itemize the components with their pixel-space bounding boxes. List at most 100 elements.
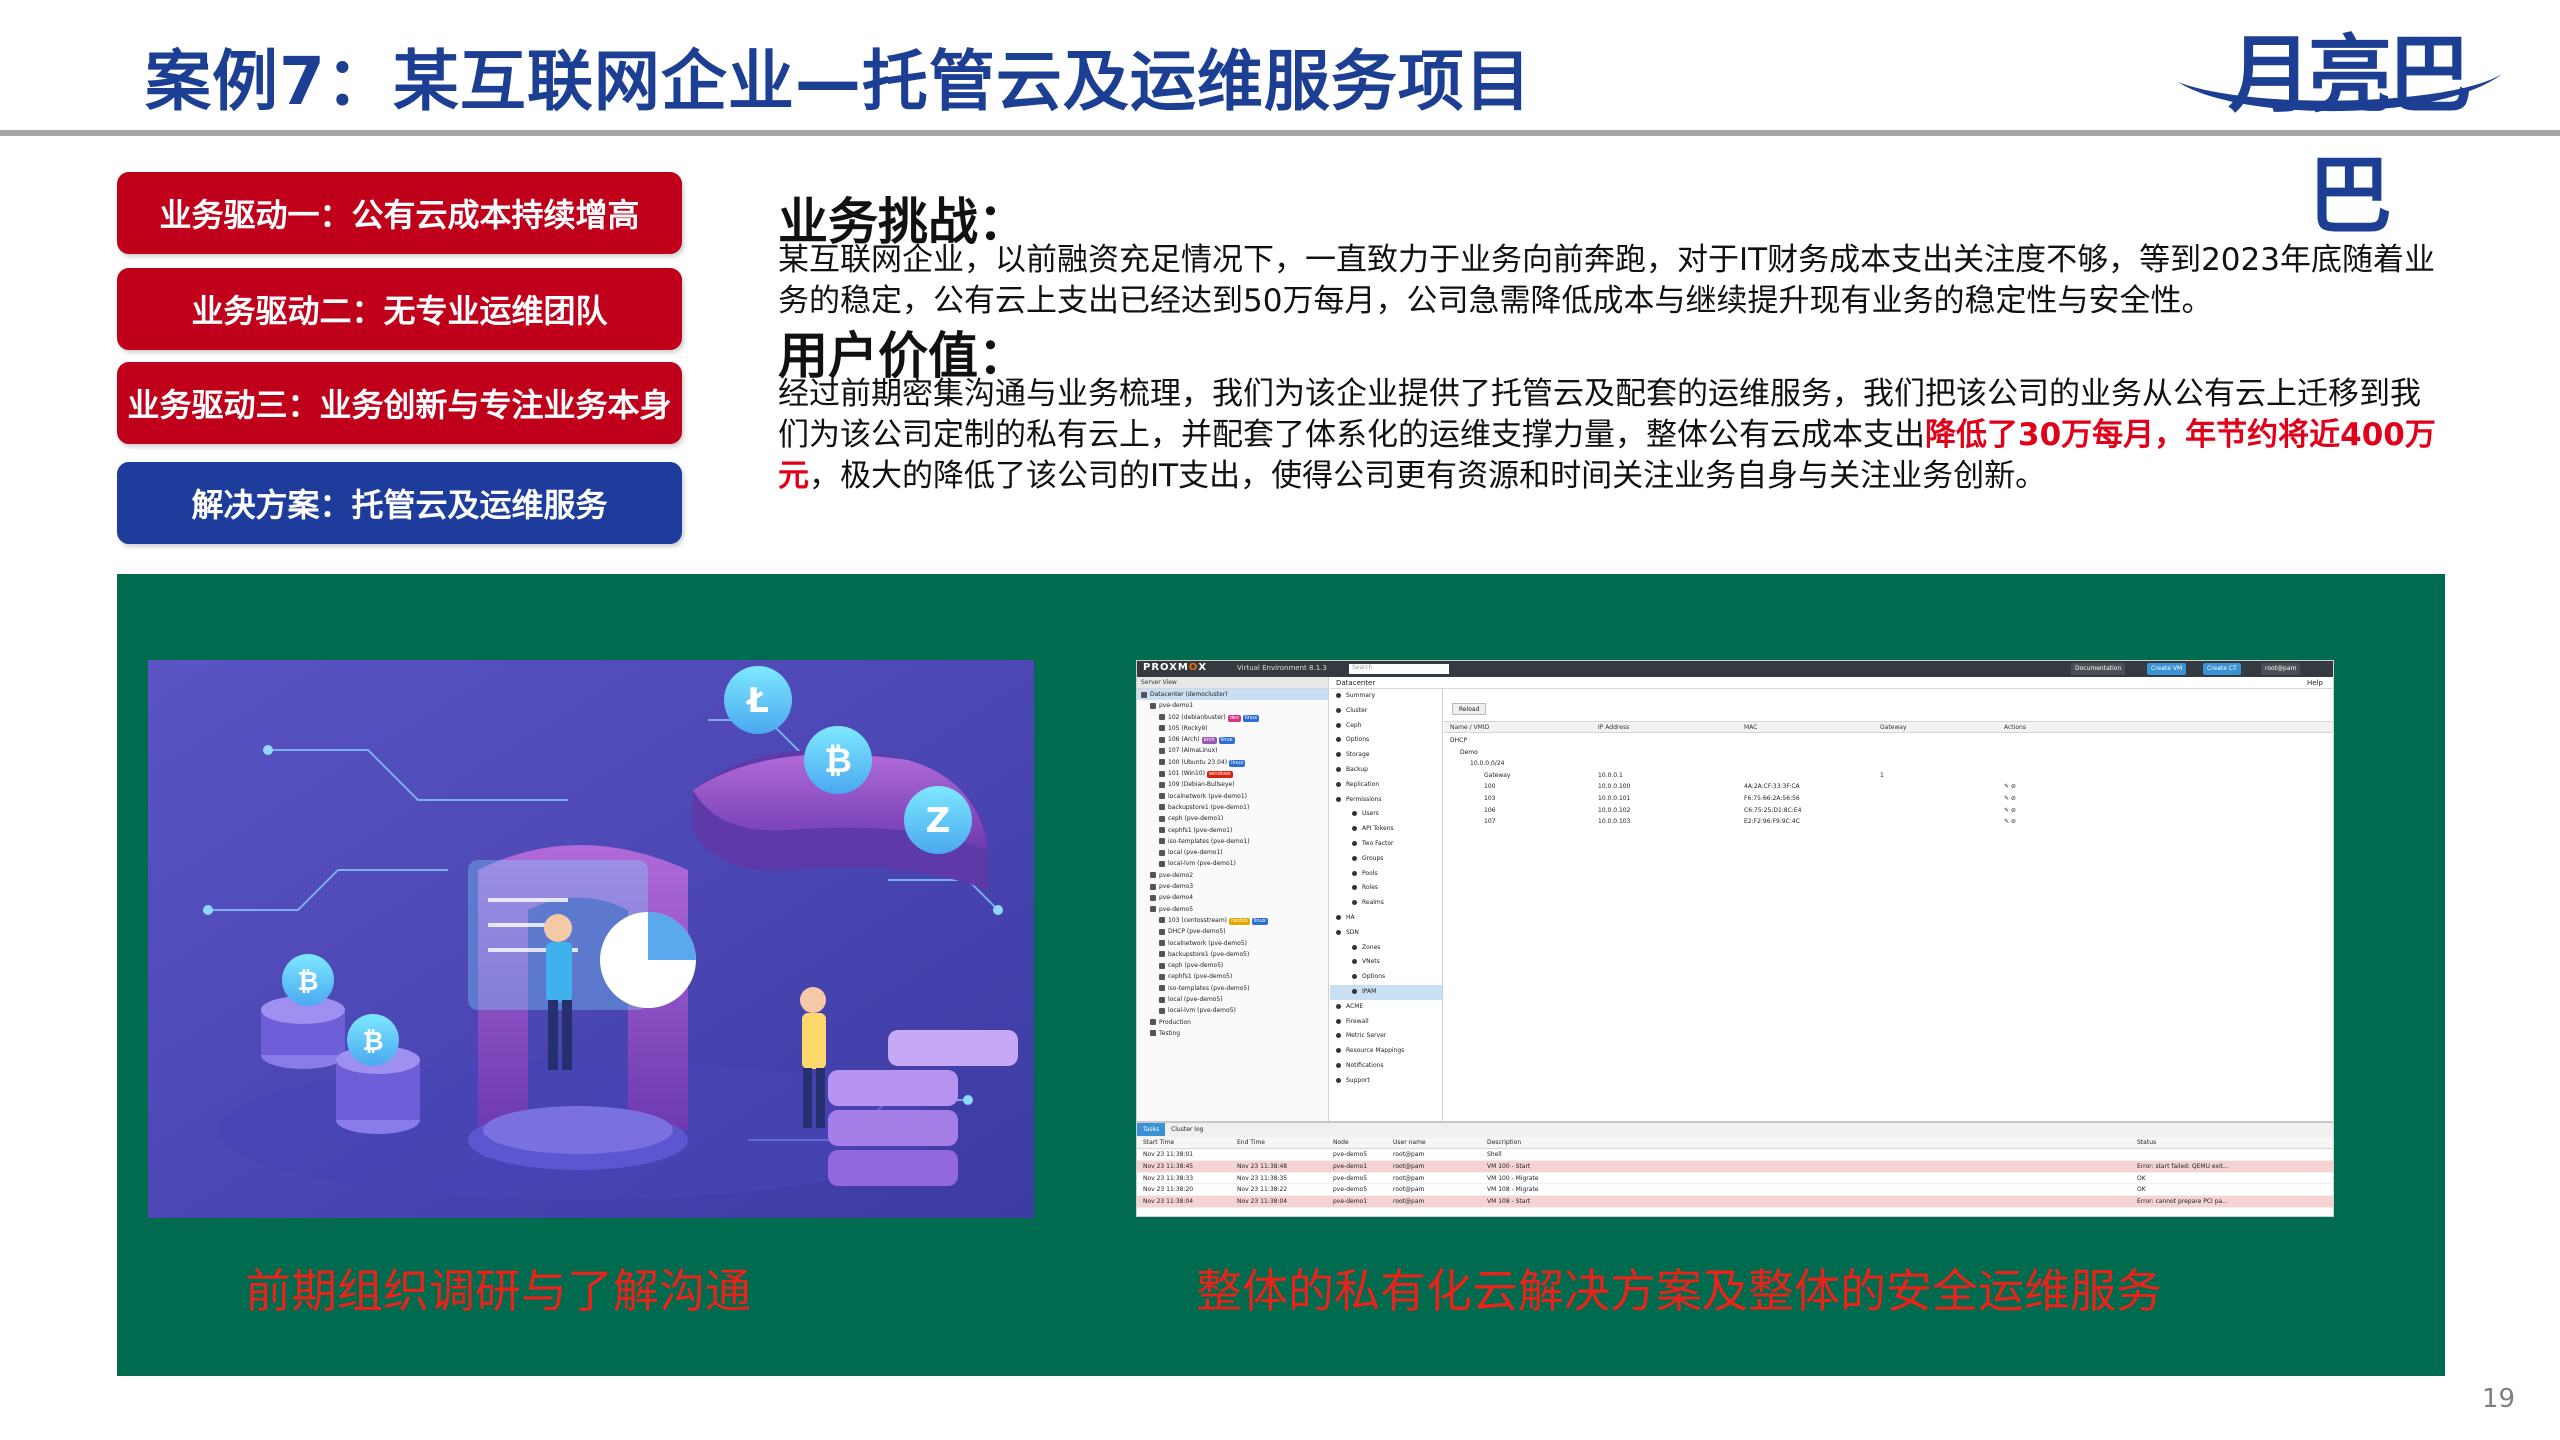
tree-item[interactable]: DHCP (pve-demo5): [1137, 926, 1328, 937]
menu-item[interactable]: Cluster: [1330, 704, 1442, 719]
tree-item[interactable]: local-lvm (pve-demo5): [1137, 1005, 1328, 1016]
menu-item[interactable]: IPAM: [1330, 984, 1442, 1000]
menu-item[interactable]: Storage: [1330, 748, 1442, 763]
grid-column-header[interactable]: IP Address: [1598, 724, 1629, 731]
task-row[interactable]: Nov 23 11:38:45 Nov 23 11:38:48 pve-demo1 r…: [1137, 1160, 2333, 1173]
menu-item-icon: [1336, 707, 1341, 713]
menu-item[interactable]: Groups: [1330, 852, 1442, 867]
tree-item[interactable]: cephfs1 (pve-demo1): [1137, 825, 1328, 836]
grid-column-header[interactable]: Actions: [2004, 724, 2026, 731]
task-column-header[interactable]: User name: [1393, 1139, 1426, 1146]
grid-row[interactable]: DHCP: [1444, 735, 2333, 747]
menu-item[interactable]: Options: [1330, 970, 1442, 985]
tree-item[interactable]: Datacenter (democluster): [1137, 689, 1328, 701]
menu-item[interactable]: API Tokens: [1330, 822, 1442, 837]
documentation-button[interactable]: Documentation: [2071, 663, 2126, 675]
tree-item[interactable]: cephfs1 (pve-demo5): [1137, 971, 1328, 982]
grid-column-header[interactable]: Name / VMID: [1450, 724, 1489, 731]
grid-row[interactable]: Demo: [1444, 747, 2333, 759]
help-button[interactable]: Help: [2307, 679, 2323, 687]
grid-row[interactable]: 106 10.0.0.102 C6:75:25:D1:8C:E4 ✎ ⊘: [1444, 805, 2333, 817]
grid-row[interactable]: 100 10.0.0.100 4A:2A:CF:33:3F:CA ✎ ⊘: [1444, 781, 2333, 793]
grid-row[interactable]: 107 10.0.0.103 E2:F2:96:F9:9C:4C ✎ ⊘: [1444, 816, 2333, 828]
menu-item[interactable]: Support: [1330, 1074, 1442, 1089]
tree-item[interactable]: local (pve-demo1): [1137, 847, 1328, 858]
tree-item[interactable]: backupstore1 (pve-demo5): [1137, 949, 1328, 960]
reload-button[interactable]: Reload: [1452, 703, 1487, 715]
tree-item[interactable]: pve-demo3: [1137, 881, 1328, 892]
svg-text:₿: ₿: [297, 967, 318, 997]
proxmox-search-input[interactable]: Search: [1349, 664, 1449, 674]
tree-item[interactable]: local-lvm (pve-demo1): [1137, 858, 1328, 869]
task-row[interactable]: Nov 23 11:38:33 Nov 23 11:38:35 pve-demo5 r…: [1137, 1173, 2333, 1185]
menu-item[interactable]: Backup: [1330, 763, 1442, 778]
tree-node-icon: [1159, 838, 1165, 845]
tree-item[interactable]: pve-demo4: [1137, 892, 1328, 903]
tree-item[interactable]: 103 (centosstream) centos linux: [1137, 915, 1328, 926]
tree-item[interactable]: pve-demo5: [1137, 904, 1328, 915]
tree-item[interactable]: ceph (pve-demo5): [1137, 960, 1328, 971]
menu-item[interactable]: HA: [1330, 911, 1442, 926]
tree-item-label: 103 (centosstream): [1168, 916, 1228, 924]
task-row[interactable]: Nov 23 11:38:04 Nov 23 11:38:04 pve-demo1 r…: [1137, 1196, 2333, 1208]
tree-item[interactable]: localnetwork (pve-demo1): [1137, 791, 1328, 802]
task-column-header[interactable]: End Time: [1237, 1139, 1265, 1146]
tree-item[interactable]: 107 (AlmaLinux): [1137, 745, 1328, 756]
menu-item[interactable]: Users: [1330, 807, 1442, 822]
menu-item[interactable]: Pools: [1330, 867, 1442, 882]
tree-item[interactable]: 102 (debianbuster) dev linux: [1137, 712, 1328, 723]
menu-item-label: Cluster: [1346, 706, 1368, 714]
tree-item[interactable]: pve-demo1: [1137, 700, 1328, 711]
tree-item[interactable]: ceph (pve-demo1): [1137, 813, 1328, 824]
tree-item[interactable]: backupstore1 (pve-demo1): [1137, 802, 1328, 813]
grid-column-header[interactable]: MAC: [1744, 724, 1757, 731]
task-column-header[interactable]: Status: [2137, 1139, 2156, 1146]
task-tab[interactable]: Tasks: [1137, 1123, 1166, 1136]
tree-item[interactable]: 101 (Win10) windows: [1137, 768, 1328, 779]
create-ct-button[interactable]: Create CT: [2203, 663, 2241, 675]
grid-row[interactable]: Gateway 10.0.0.1 1: [1444, 770, 2333, 782]
tree-item[interactable]: Testing: [1137, 1028, 1328, 1039]
menu-item[interactable]: Realms: [1330, 896, 1442, 911]
menu-item[interactable]: Roles: [1330, 881, 1442, 896]
tree-item[interactable]: 106 (Arch) arch linux: [1137, 734, 1328, 745]
menu-item[interactable]: ACME: [1330, 1000, 1442, 1015]
menu-item[interactable]: Firewall: [1330, 1015, 1442, 1030]
tree-item[interactable]: 100 (Ubuntu 23.04) linux: [1137, 757, 1328, 768]
task-column-header[interactable]: Start Time: [1143, 1139, 1174, 1146]
grid-column-header[interactable]: Gateway: [1880, 724, 1907, 731]
tree-item-label: Datacenter (democluster): [1150, 691, 1228, 698]
menu-item[interactable]: Resource Mappings: [1330, 1044, 1442, 1059]
tree-item[interactable]: Production: [1137, 1017, 1328, 1028]
menu-item[interactable]: Metric Server: [1330, 1029, 1442, 1044]
task-tab[interactable]: Cluster log: [1165, 1123, 1209, 1136]
task-column-header[interactable]: Description: [1487, 1139, 1521, 1146]
menu-item[interactable]: VNets: [1330, 955, 1442, 970]
tree-item[interactable]: 109 (Debian-Bullseye): [1137, 779, 1328, 790]
menu-item[interactable]: Permissions: [1330, 793, 1442, 808]
task-cell: Error: cannot prepare PCI pa...: [2137, 1198, 2228, 1206]
tree-item[interactable]: local (pve-demo5): [1137, 994, 1328, 1005]
server-view-select[interactable]: Server View: [1137, 677, 1328, 689]
menu-item[interactable]: Summary: [1330, 689, 1442, 704]
tree-item[interactable]: iso-templates (pve-demo5): [1137, 983, 1328, 994]
menu-item[interactable]: Zones: [1330, 941, 1442, 956]
menu-item[interactable]: Ceph: [1330, 719, 1442, 734]
menu-item[interactable]: Two Factor: [1330, 837, 1442, 852]
tree-item[interactable]: iso-templates (pve-demo1): [1137, 836, 1328, 847]
menu-item[interactable]: Options: [1330, 733, 1442, 748]
task-row[interactable]: Nov 23 11:38:01 pve-demo5 root@pam Shell: [1137, 1149, 2333, 1161]
grid-row[interactable]: 10.0.0.0/24: [1444, 758, 2333, 770]
menu-item[interactable]: SDN: [1330, 926, 1442, 941]
tree-item[interactable]: localnetwork (pve-demo5): [1137, 938, 1328, 949]
menu-item[interactable]: Notifications: [1330, 1059, 1442, 1074]
menu-item-icon: [1352, 885, 1357, 891]
user-menu-button[interactable]: root@pam: [2261, 663, 2301, 675]
tree-item[interactable]: 105 (Rocky9): [1137, 723, 1328, 734]
create-vm-button[interactable]: Create VM: [2147, 663, 2187, 675]
menu-item[interactable]: Replication: [1330, 778, 1442, 793]
tree-item[interactable]: pve-demo2: [1137, 870, 1328, 881]
task-row[interactable]: Nov 23 11:38:20 Nov 23 11:38:22 pve-demo5 r…: [1137, 1184, 2333, 1197]
grid-row[interactable]: 103 10.0.0.101 F6:75:66:2A:56:56 ✎ ⊘: [1444, 793, 2333, 805]
task-column-header[interactable]: Node: [1333, 1139, 1349, 1146]
